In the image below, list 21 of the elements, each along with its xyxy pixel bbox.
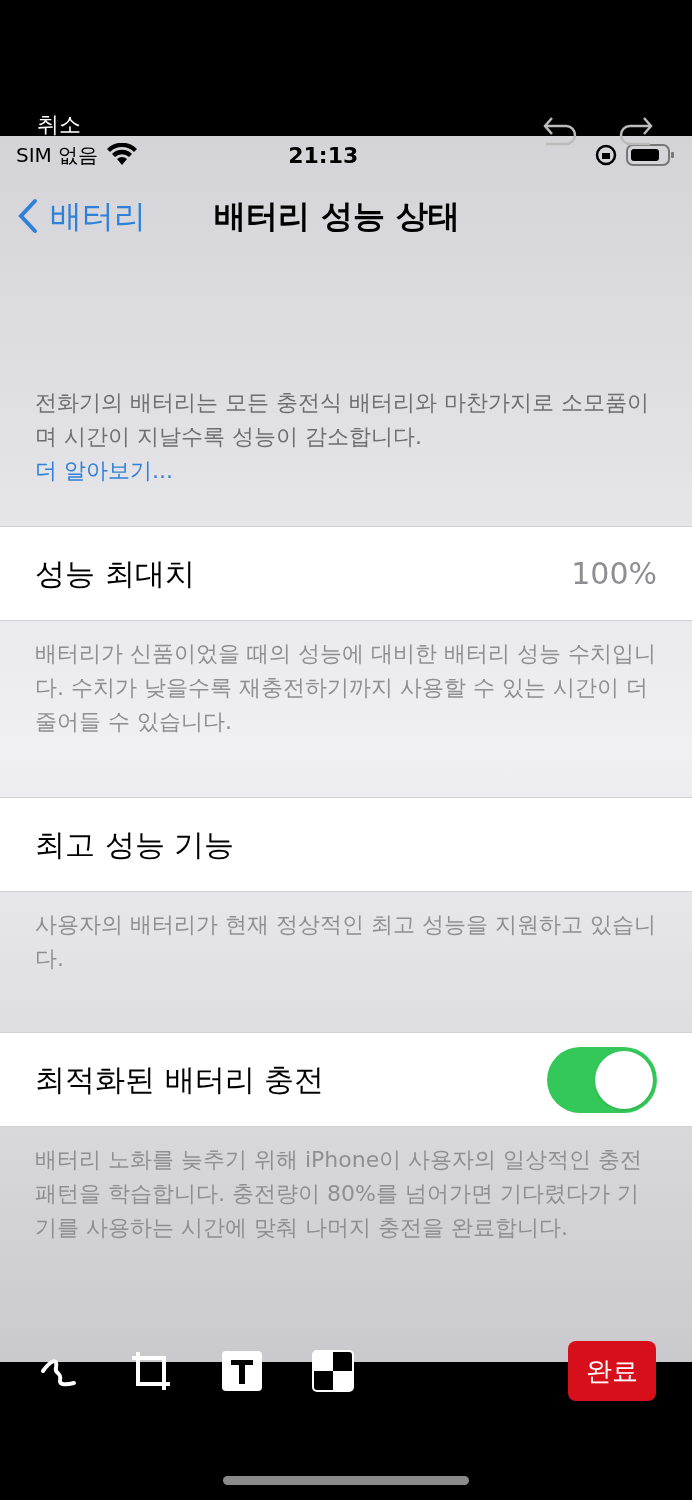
done-button[interactable]: 완료 bbox=[568, 1341, 656, 1401]
cancel-button[interactable]: 취소 bbox=[37, 114, 81, 136]
rotation-lock-icon bbox=[594, 143, 618, 168]
carrier-label: SIM 없음 bbox=[16, 142, 99, 170]
row-label: 성능 최대치 bbox=[35, 555, 195, 593]
crop-icon[interactable] bbox=[130, 1350, 172, 1392]
chevron-left-icon bbox=[18, 198, 38, 235]
section-footer: 배터리가 신품이었을 때의 성능에 대비한 배터리 성능 수치입니다. 수치가 낮을수록 재충전하기까지 사용할 수 있는 시간이 더 줄어들 수 있습니다. bbox=[35, 637, 657, 739]
section-footer: 사용자의 배터리가 현재 정상적인 최고 성능을 지원하고 있습니다. bbox=[35, 908, 657, 976]
row-label: 최고 성능 기능 bbox=[35, 826, 235, 864]
status-time: 21:13 bbox=[288, 141, 359, 170]
intro-text: 전화기의 배터리는 모든 충전식 배터리와 마찬가지로 소모품이며 시간이 지날수록 성능이 감소합니다. bbox=[35, 389, 650, 452]
settings-row[interactable]: 성능 최대치 100% bbox=[0, 526, 692, 621]
row-label: 최적화된 배터리 충전 bbox=[35, 1061, 325, 1099]
settings-row[interactable]: 최고 성능 기능 bbox=[0, 797, 692, 892]
mosaic-icon[interactable] bbox=[312, 1350, 354, 1392]
battery-icon bbox=[626, 143, 676, 168]
section-footer: 배터리 노화를 늦추기 위해 iPhone이 사용자의 일상적인 충전 패턴을 학습합니다. 충전량이 80%를 넘어가면 기다렸다가 기기를 사용하는 시간에 맞춰 나머지 충전을 완료합니다. bbox=[35, 1143, 657, 1245]
row-value: 100% bbox=[571, 555, 657, 593]
text-tool-icon[interactable] bbox=[222, 1351, 262, 1391]
page-title: 배터리 성능 상태 bbox=[214, 196, 461, 238]
